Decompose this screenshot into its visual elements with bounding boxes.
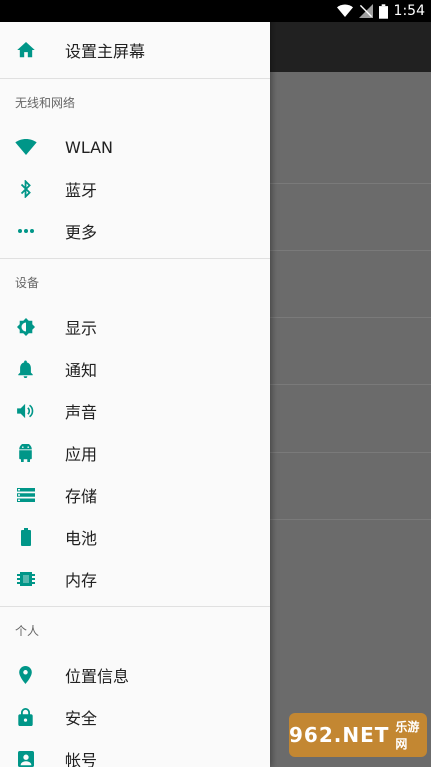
- location-pin-icon: [13, 663, 38, 688]
- brightness-icon: [13, 315, 38, 340]
- drawer-item-home[interactable]: 设置主屏幕: [0, 22, 270, 78]
- status-bar: 1:54: [0, 0, 431, 22]
- drawer-item-label: 安全: [65, 709, 98, 728]
- list-divider: [270, 317, 431, 318]
- home-icon: [13, 38, 38, 63]
- drawer-item-label: 通知: [65, 361, 98, 380]
- drawer-item-wlan[interactable]: WLAN: [0, 126, 270, 168]
- drawer-item-label: 帐号: [65, 751, 98, 767]
- battery-icon: [13, 525, 38, 550]
- drawer-item-label: 设置主屏幕: [65, 42, 146, 61]
- wifi-icon: [13, 135, 38, 160]
- memory-chip-icon: [13, 567, 38, 592]
- list-divider: [270, 183, 431, 184]
- battery-icon: [378, 3, 388, 19]
- drawer-item-sound[interactable]: 声音: [0, 390, 270, 432]
- watermark-sub: 乐游网: [395, 720, 420, 751]
- bell-icon: [13, 357, 38, 382]
- list-divider: [270, 452, 431, 453]
- status-time: 1:54: [393, 3, 425, 19]
- drawer-item-label: 显示: [65, 319, 98, 338]
- drawer-item-security[interactable]: 安全: [0, 696, 270, 738]
- drawer-item-memory[interactable]: 内存: [0, 558, 270, 600]
- drawer-item-label: 电池: [65, 529, 98, 548]
- drawer-item-label: WLAN: [65, 137, 114, 157]
- list-divider: [270, 519, 431, 520]
- drawer-item-bluetooth[interactable]: 蓝牙: [0, 168, 270, 210]
- site-watermark-logo: 962.NET 乐游网: [289, 713, 427, 757]
- drawer-item-label: 声音: [65, 403, 98, 422]
- android-icon: [13, 441, 38, 466]
- drawer-item-notifications[interactable]: 通知: [0, 348, 270, 390]
- list-divider: [270, 250, 431, 251]
- section-header-wireless: 无线和网络: [15, 96, 76, 110]
- drawer-item-label: 蓝牙: [65, 181, 98, 200]
- more-dots-icon: [13, 219, 38, 244]
- section-header-personal: 个人: [15, 624, 40, 638]
- drawer-item-label: 更多: [65, 223, 98, 242]
- lock-icon: [13, 705, 38, 730]
- drawer-item-storage[interactable]: 存储: [0, 474, 270, 516]
- drawer-item-label: 位置信息: [65, 667, 130, 686]
- wifi-icon: [336, 4, 353, 18]
- drawer-item-battery[interactable]: 电池: [0, 516, 270, 558]
- drawer-item-accounts[interactable]: 帐号: [0, 738, 270, 767]
- drawer-item-location[interactable]: 位置信息: [0, 654, 270, 696]
- bluetooth-icon: [13, 177, 38, 202]
- drawer-item-label: 存储: [65, 487, 98, 506]
- list-divider: [270, 384, 431, 385]
- account-box-icon: [13, 747, 38, 767]
- drawer-item-more[interactable]: 更多: [0, 210, 270, 252]
- watermark-main: 962.NET: [289, 723, 390, 747]
- storage-icon: [13, 483, 38, 508]
- drawer-item-display[interactable]: 显示: [0, 306, 270, 348]
- section-header-device: 设备: [15, 276, 40, 290]
- drawer-item-label: 应用: [65, 445, 98, 464]
- navigation-drawer: 设置主屏幕 无线和网络 WLAN 蓝牙 更多 设备 显示 通知 声音 应用 存储…: [0, 0, 270, 767]
- drawer-item-label: 内存: [65, 571, 98, 590]
- drawer-item-apps[interactable]: 应用: [0, 432, 270, 474]
- status-icons: 1:54: [336, 2, 425, 20]
- no-signal-icon: [358, 4, 373, 18]
- volume-icon: [13, 399, 38, 424]
